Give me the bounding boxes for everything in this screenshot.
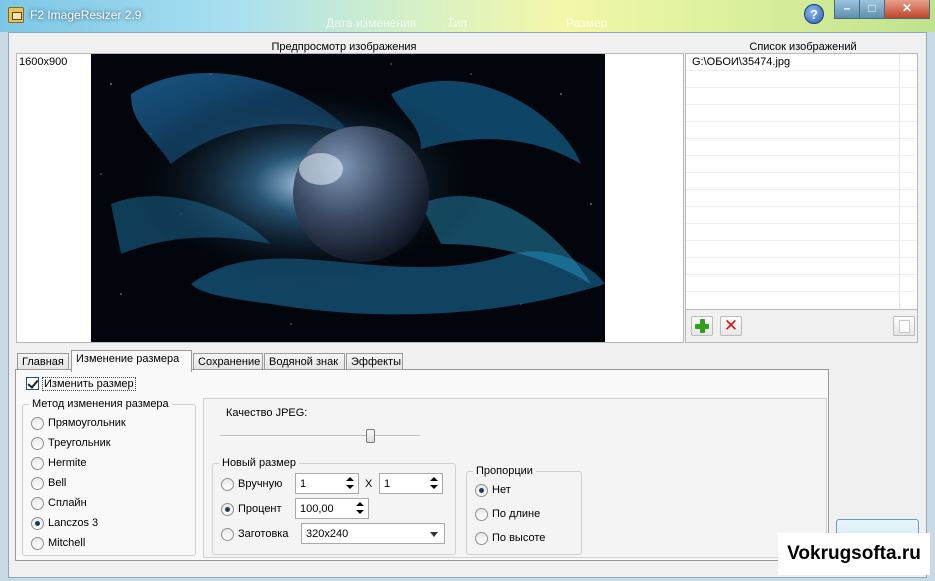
image-list-title: Список изображений (749, 41, 857, 53)
image-list-toolbar: ✕ (685, 310, 918, 343)
list-empty-row (686, 173, 917, 190)
stepper-arrows-icon[interactable] (344, 476, 356, 491)
preset-select[interactable]: 320x240 (301, 523, 445, 544)
radio-icon[interactable] (31, 417, 44, 430)
size-manual-label: Вручную (238, 478, 283, 490)
ghost-column-size: Размер (566, 16, 608, 30)
proportion-label: По высоте (492, 532, 546, 544)
list-empty-row (686, 241, 917, 258)
radio-icon[interactable] (31, 497, 44, 510)
list-empty-row (686, 258, 917, 275)
radio-icon[interactable] (31, 437, 44, 450)
add-image-button[interactable] (691, 316, 713, 336)
jpeg-quality-label: Качество JPEG: (226, 407, 308, 419)
jpeg-quality-thumb[interactable] (366, 429, 375, 443)
remove-image-button[interactable]: ✕ (720, 316, 742, 336)
list-empty-row (686, 139, 917, 156)
jpeg-quality-slider[interactable] (220, 435, 420, 437)
resize-method-title: Метод изменения размера (29, 398, 172, 410)
app-icon (8, 7, 24, 23)
ghost-column-type: Тип (447, 16, 468, 30)
method-label: Треугольник (48, 437, 111, 449)
title-bar: F2 ImageResizer 2.9 Дата изменения Тип Р… (0, 0, 935, 32)
resize-method-group: Метод изменения размера Прямоугольник Тр… (22, 398, 196, 556)
radio-icon[interactable] (31, 477, 44, 490)
delete-icon: ✕ (723, 316, 739, 336)
method-label: Hermite (48, 457, 87, 469)
list-empty-row (686, 105, 917, 122)
new-size-title: Новый размер (219, 457, 299, 469)
radio-icon[interactable] (31, 537, 44, 550)
radio-icon[interactable] (221, 528, 234, 541)
settings-area: Качество JPEG: Новый размер Вручную 1 X … (203, 398, 827, 558)
resize-tab-panel: Изменить размер Метод изменения размера … (15, 369, 829, 561)
watermark-text: Vokrugsofta.ru (778, 533, 930, 575)
tab-resize[interactable]: Изменение размера (71, 350, 192, 372)
method-label: Mitchell (48, 537, 86, 549)
list-empty-row (686, 71, 917, 88)
percent-stepper[interactable]: 100,00 (295, 498, 369, 519)
radio-selected-icon[interactable] (221, 503, 234, 516)
list-empty-row (686, 275, 917, 292)
ghost-column-date: Дата изменения (326, 16, 417, 30)
document-icon (899, 320, 910, 333)
list-empty-row (686, 156, 917, 173)
preview-resolution: 1600x900 (19, 56, 68, 68)
width-stepper[interactable]: 1 (295, 473, 359, 494)
preset-value: 320x240 (306, 528, 349, 540)
method-label: Bell (48, 477, 67, 489)
radio-icon[interactable] (475, 532, 488, 545)
height-stepper[interactable]: 1 (379, 473, 443, 494)
preview-panel: 1600x900 (16, 53, 684, 343)
main-window: Предпросмотр изображения 1600x900 Список… (8, 32, 927, 578)
stepper-arrows-icon[interactable] (354, 501, 366, 516)
clear-list-button[interactable] (893, 316, 915, 336)
new-size-group: Новый размер Вручную 1 X 1 Процент 100,0… (212, 457, 456, 555)
chevron-down-icon[interactable] (430, 532, 438, 537)
plus-icon (695, 319, 709, 333)
minimize-button[interactable]: – (834, 0, 860, 19)
method-label: Прямоугольник (48, 417, 126, 429)
size-x-label: X (365, 478, 373, 490)
radio-selected-icon[interactable] (475, 484, 488, 497)
height-value: 1 (384, 478, 391, 490)
radio-icon[interactable] (31, 457, 44, 470)
proportions-title: Пропорции (473, 465, 536, 477)
percent-value: 100,00 (300, 503, 334, 515)
method-label: Сплайн (48, 497, 87, 509)
list-empty-row (686, 122, 917, 139)
method-label: Lanczos 3 (48, 517, 99, 529)
help-button[interactable]: ? (804, 4, 824, 24)
list-empty-row (686, 88, 917, 105)
proportion-label: Нет (492, 484, 511, 496)
list-empty-row (686, 224, 917, 241)
space-wallpaper-image (91, 54, 605, 342)
size-preset-label: Заготовка (238, 528, 289, 540)
preview-image (91, 54, 605, 342)
list-empty-row (686, 190, 917, 207)
stepper-arrows-icon[interactable] (428, 476, 440, 491)
preview-title: Предпросмотр изображения (271, 41, 417, 53)
radio-selected-icon[interactable] (31, 517, 44, 530)
proportions-group: Пропорции Нет По длине По высоте (466, 465, 582, 555)
width-value: 1 (300, 478, 307, 490)
maximize-button[interactable]: □ (859, 0, 885, 19)
image-list[interactable]: G:\ОБОИ\35474.jpg (685, 53, 918, 310)
close-button[interactable]: ✕ (884, 0, 930, 19)
radio-icon[interactable] (475, 508, 488, 521)
checkbox-checked-icon[interactable] (26, 377, 39, 390)
resize-enable-label: Изменить размер (42, 377, 136, 391)
size-percent-label: Процент (238, 503, 282, 515)
window-title: F2 ImageResizer 2.9 (30, 8, 142, 22)
list-empty-row (686, 207, 917, 224)
radio-icon[interactable] (221, 478, 234, 491)
list-item[interactable]: G:\ОБОИ\35474.jpg (686, 54, 917, 71)
proportion-label: По длине (492, 508, 541, 520)
